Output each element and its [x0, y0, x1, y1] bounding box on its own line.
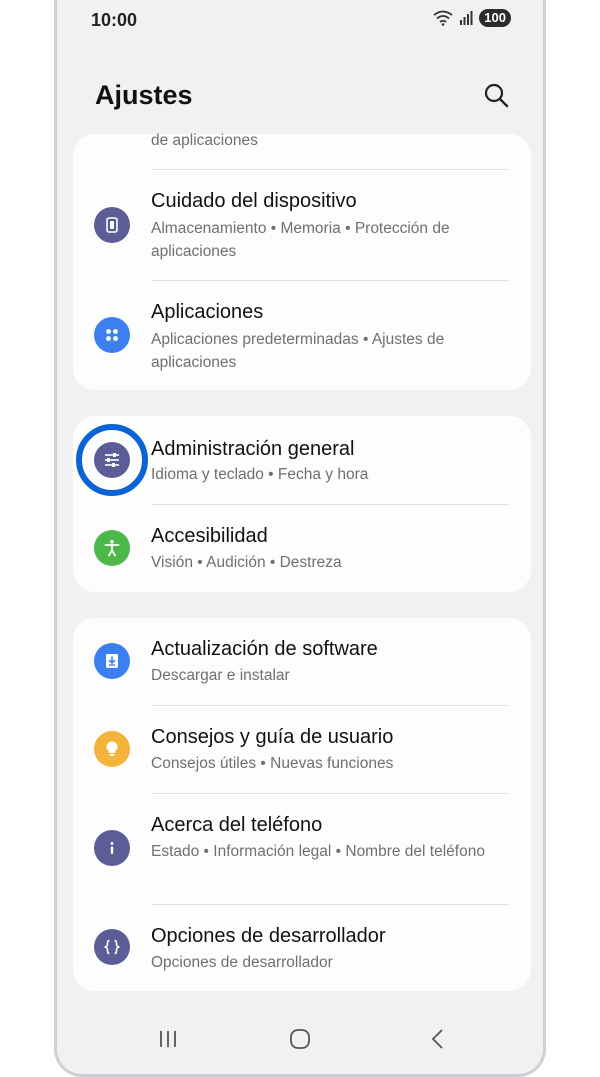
- setting-developer-options[interactable]: Opciones de desarrollador Opciones de de…: [73, 905, 531, 991]
- status-icons: 100: [433, 9, 511, 27]
- info-icon: [94, 830, 130, 866]
- device-care-icon: [94, 207, 130, 243]
- setting-subtitle: Consejos útiles • Nuevas funciones: [151, 755, 394, 772]
- navigation-bar: [57, 1004, 543, 1074]
- settings-card-device: de aplicaciones Cuidado del dispositivo …: [73, 132, 531, 390]
- recent-apps-button[interactable]: [153, 1024, 183, 1054]
- settings-card-general: Administración general Idioma y teclado …: [73, 416, 531, 592]
- apps-icon: [94, 317, 130, 353]
- home-icon: [290, 1029, 310, 1049]
- settings-card-about: Actualización de software Descargar e in…: [73, 618, 531, 991]
- setting-subtitle: Estado • Información legal • Nombre del …: [151, 843, 485, 860]
- developer-options-icon: [94, 929, 130, 965]
- signal-icon: [460, 11, 473, 25]
- setting-subtitle: Descargar e instalar: [151, 667, 290, 684]
- setting-subtitle: Aplicaciones predeterminadas • Ajustes d…: [151, 331, 445, 371]
- setting-subtitle: Idioma y teclado • Fecha y hora: [151, 466, 369, 483]
- setting-subtitle: Visión • Audición • Destreza: [151, 554, 342, 571]
- partial-subtitle: de aplicaciones: [151, 132, 258, 149]
- setting-accessibility[interactable]: Accesibilidad Visión • Audición • Destre…: [73, 505, 531, 592]
- setting-title: Accesibilidad: [151, 525, 268, 547]
- phone-frame: 10:00 100 Ajustes de aplicaciones Cuidad…: [54, 0, 546, 1077]
- status-bar: 10:00 100: [57, 0, 543, 40]
- page-title: Ajustes: [95, 80, 193, 110]
- recent-apps-icon: [160, 1031, 176, 1047]
- setting-about-phone[interactable]: Acerca del teléfono Estado • Información…: [73, 794, 531, 904]
- accessibility-icon: [94, 530, 130, 566]
- wifi-icon: [433, 10, 453, 26]
- setting-title: Acerca del teléfono: [151, 814, 323, 836]
- setting-general-management[interactable]: Administración general Idioma y teclado …: [73, 416, 531, 504]
- back-button[interactable]: [423, 1024, 453, 1054]
- setting-tips-user-guide[interactable]: Consejos y guía de usuario Consejos útil…: [73, 706, 531, 794]
- home-button[interactable]: [285, 1024, 315, 1054]
- setting-apps[interactable]: Aplicaciones Aplicaciones predeterminada…: [73, 281, 531, 390]
- setting-title: Consejos y guía de usuario: [151, 726, 394, 748]
- software-update-icon: [94, 643, 130, 679]
- status-time: 10:00: [91, 10, 138, 30]
- setting-subtitle: Opciones de desarrollador: [151, 954, 333, 971]
- setting-title: Cuidado del dispositivo: [151, 190, 357, 212]
- setting-software-update[interactable]: Actualización de software Descargar e in…: [73, 618, 531, 705]
- setting-title: Opciones de desarrollador: [151, 925, 386, 947]
- battery-indicator: 100: [479, 9, 511, 27]
- setting-subtitle: Almacenamiento • Memoria • Protección de…: [151, 220, 450, 260]
- back-icon: [431, 1029, 443, 1049]
- highlight-ring: [76, 424, 148, 496]
- setting-title: Aplicaciones: [151, 301, 264, 323]
- setting-title: Actualización de software: [151, 638, 378, 660]
- search-icon[interactable]: [483, 82, 509, 108]
- setting-title: Administración general: [151, 438, 355, 460]
- setting-device-care[interactable]: Cuidado del dispositivo Almacenamiento •…: [73, 170, 531, 280]
- lightbulb-icon: [94, 731, 130, 767]
